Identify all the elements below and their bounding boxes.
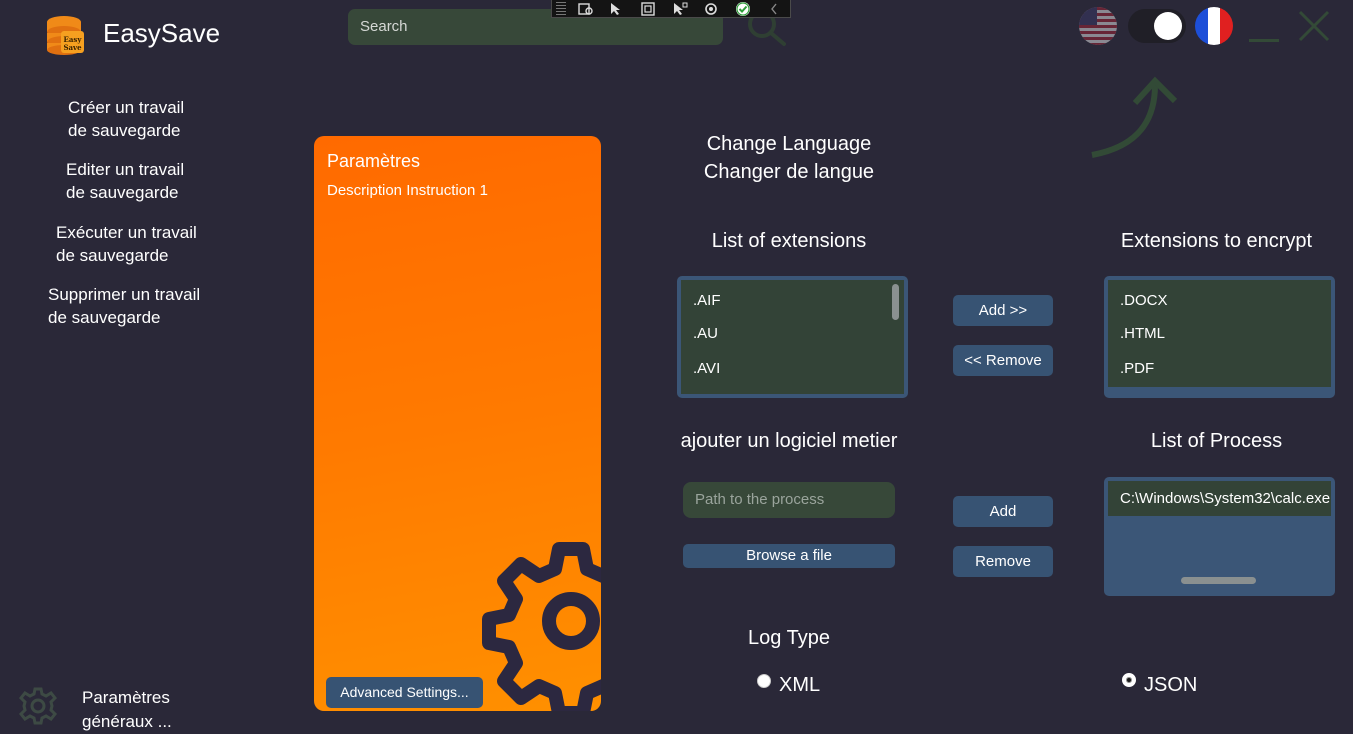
- live-tree-icon[interactable]: [570, 0, 601, 18]
- add-process-button[interactable]: Add: [953, 496, 1053, 527]
- process-listbox[interactable]: C:\Windows\System32\calc.exe: [1104, 477, 1335, 596]
- close-icon[interactable]: [1296, 8, 1332, 44]
- encrypt-heading: Extensions to encrypt: [1120, 230, 1313, 252]
- encrypt-listbox[interactable]: .DOCX .HTML .PDF: [1104, 276, 1335, 398]
- language-line2: Changer de langue: [703, 161, 875, 183]
- logo-text-save: Save: [63, 43, 82, 52]
- collapse-chevron-icon[interactable]: [759, 0, 790, 18]
- nav-label-line2: de sauvegarde: [68, 121, 181, 140]
- radio-xml[interactable]: [757, 674, 771, 688]
- horizontal-scrollbar[interactable]: [1181, 577, 1256, 584]
- radio-json[interactable]: [1122, 673, 1136, 687]
- list-item[interactable]: .AIF: [681, 280, 904, 316]
- settings-gear-icon[interactable]: [18, 686, 58, 726]
- remove-process-button[interactable]: Remove: [953, 546, 1053, 577]
- list-item[interactable]: .AU: [681, 316, 904, 352]
- nav-label-line2: de sauvegarde: [56, 246, 169, 265]
- list-item[interactable]: .DOCX: [1108, 280, 1331, 316]
- settings-label-line2: généraux ...: [82, 712, 172, 731]
- nav-label-line1: Exécuter un travail: [56, 223, 197, 242]
- debug-toolbar: [551, 0, 791, 18]
- display-layout-icon[interactable]: [633, 0, 664, 18]
- settings-label-line1: Paramètres: [82, 688, 170, 707]
- extensions-heading: List of extensions: [711, 230, 867, 252]
- browse-file-button[interactable]: Browse a file: [683, 544, 895, 568]
- sidebar-item-delete-job[interactable]: Supprimer un travail de sauvegarde: [48, 283, 200, 329]
- us-flag-icon[interactable]: [1079, 7, 1117, 45]
- list-item[interactable]: C:\Windows\System32\calc.exe: [1108, 481, 1331, 516]
- nav-label-line2: de sauvegarde: [48, 308, 161, 327]
- remove-extension-button[interactable]: << Remove: [953, 345, 1053, 376]
- toolbar-grip-icon[interactable]: [556, 1, 566, 16]
- checkmark-icon[interactable]: [727, 0, 758, 18]
- process-path-input[interactable]: Path to the process: [683, 482, 895, 518]
- extensions-listbox[interactable]: .AIF .AU .AVI: [677, 276, 908, 398]
- language-line1: Change Language: [706, 133, 872, 155]
- curved-arrow-icon: [1085, 73, 1185, 163]
- track-focus-icon[interactable]: [664, 0, 695, 18]
- advanced-settings-button[interactable]: Advanced Settings...: [326, 677, 483, 708]
- card-description: Description Instruction 1: [327, 182, 488, 199]
- app-title: EasySave: [103, 18, 221, 48]
- nav-label-line1: Créer un travail: [68, 98, 185, 117]
- fr-flag-icon[interactable]: [1195, 7, 1233, 45]
- select-element-icon[interactable]: [601, 0, 632, 18]
- extensions-list: .AIF .AU .AVI: [681, 280, 904, 394]
- card-title: Paramètres: [327, 151, 421, 171]
- sidebar-item-run-job[interactable]: Exécuter un travail de sauvegarde: [56, 221, 197, 267]
- list-item[interactable]: .HTML: [1108, 316, 1331, 352]
- change-language-heading: Change Language Changer de langue: [680, 130, 898, 186]
- list-item[interactable]: .PDF: [1108, 351, 1331, 387]
- list-item[interactable]: .AVI: [681, 351, 904, 387]
- nav-label-line1: Editer un travail: [66, 160, 185, 179]
- encrypt-list: .DOCX .HTML .PDF: [1108, 280, 1331, 387]
- app-logo-icon: Easy Save: [44, 14, 86, 56]
- business-software-heading: ajouter un logiciel metier: [680, 430, 898, 452]
- nav-label-line1: Supprimer un travail: [48, 285, 201, 304]
- sidebar-item-edit-job[interactable]: Editer un travail de sauvegarde: [66, 158, 184, 204]
- add-extension-button[interactable]: Add >>: [953, 295, 1053, 326]
- general-settings-link[interactable]: Paramètres généraux ...: [82, 686, 172, 734]
- radio-json-label[interactable]: JSON: [1144, 674, 1197, 697]
- settings-info-card: Paramètres Description Instruction 1 Adv…: [314, 136, 601, 711]
- hot-reload-icon[interactable]: [696, 0, 727, 18]
- minimize-icon[interactable]: [1246, 28, 1280, 44]
- card-gear-icon: [471, 521, 601, 711]
- vertical-scrollbar[interactable]: [892, 284, 899, 320]
- sidebar-item-create-job[interactable]: Créer un travail de sauvegarde: [68, 96, 184, 142]
- theme-toggle[interactable]: [1128, 9, 1186, 43]
- process-list-heading: List of Process: [1150, 430, 1283, 452]
- nav-label-line2: de sauvegarde: [66, 183, 179, 202]
- log-type-heading: Log Type: [748, 627, 830, 649]
- radio-xml-label[interactable]: XML: [779, 674, 820, 697]
- toggle-knob: [1154, 12, 1182, 40]
